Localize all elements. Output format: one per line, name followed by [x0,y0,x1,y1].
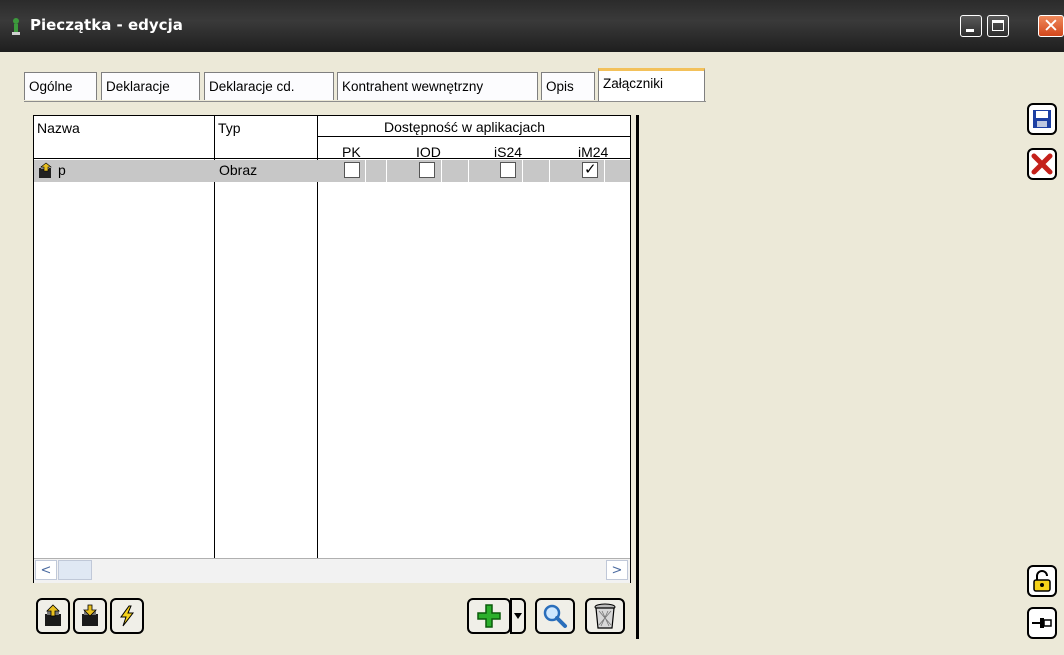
cell-separator [386,160,387,182]
column-divider [214,116,215,558]
panel-edge [636,115,639,639]
search-button[interactable] [535,598,575,634]
cell-separator [441,160,442,182]
delete-button[interactable] [585,598,625,634]
maximize-icon [992,20,1004,31]
column-header-type[interactable]: Typ [215,116,318,158]
attachment-icon [39,162,52,178]
save-icon [1033,110,1051,128]
cell-separator [468,160,469,182]
extract-attachment-button[interactable] [73,598,107,634]
header-divider [318,136,630,137]
pin-icon [1032,618,1052,628]
checkbox-is24[interactable] [500,162,516,178]
column-header-availability: Dostępność w aplikacjach PK IOD iS24 iM2… [318,116,630,160]
column-type-label: Typ [218,120,241,136]
minimize-button[interactable] [960,15,982,37]
window-title: Pieczątka - edycja [30,16,183,34]
column-header-name[interactable]: Nazwa [34,116,215,158]
minimize-icon [966,29,974,32]
tab-underline [24,101,706,102]
tab-kontrahent-wewnetrzny[interactable]: Kontrahent wewnętrzny [337,72,538,100]
tab-deklaracje-cd[interactable]: Deklaracje cd. [204,72,334,100]
attachments-grid: Nazwa Typ Dostępność w aplikacjach PK IO… [33,115,631,583]
delete-icon [594,603,616,629]
checkbox-im24[interactable]: ✓ [582,160,598,178]
tab-ogolne[interactable]: Ogólne [24,72,97,100]
add-button[interactable] [467,598,511,634]
lightning-icon [120,605,135,627]
table-row[interactable]: p Obraz ✓ [34,160,630,182]
cancel-icon [1031,153,1053,175]
cell-separator [549,160,550,182]
close-icon: ✕ [1043,15,1059,37]
checkbox-pk[interactable] [344,162,360,178]
tab-opis[interactable]: Opis [541,72,595,100]
window-titlebar: Pieczątka - edycja ✕ [0,0,1064,52]
pin-button[interactable] [1027,607,1057,639]
add-attachment-icon [45,604,61,626]
column-name-label: Nazwa [37,120,80,136]
horizontal-scrollbar[interactable]: < > [34,558,630,583]
lightning-button[interactable] [110,598,144,634]
cancel-button[interactable] [1027,148,1057,180]
tab-deklaracje[interactable]: Deklaracje [101,72,200,100]
add-attachment-button[interactable] [36,598,70,634]
availability-label: Dostępność w aplikacjach [384,119,546,135]
cell-separator [604,160,605,182]
maximize-button[interactable] [987,15,1009,37]
checkmark-icon: ✓ [584,160,597,178]
lock-button[interactable] [1027,565,1057,597]
lock-icon [1033,570,1051,592]
row-type: Obraz [219,162,258,178]
column-divider [317,116,318,558]
add-dropdown-button[interactable] [510,598,526,634]
figure-icon [12,18,20,35]
close-button[interactable]: ✕ [1038,15,1064,37]
dropdown-arrow-icon [514,613,522,619]
save-button[interactable] [1027,103,1057,135]
row-name: p [58,162,66,178]
extract-attachment-icon [82,604,98,626]
scroll-right-button[interactable]: > [606,560,628,580]
scroll-thumb[interactable] [58,560,92,580]
search-icon [543,604,567,628]
checkbox-iod[interactable] [419,162,435,178]
cell-separator [522,160,523,182]
add-icon [477,604,501,628]
scroll-left-button[interactable]: < [35,560,57,580]
cell-separator [365,160,366,182]
header-bottom-line [34,158,630,159]
tab-zalaczniki[interactable]: Załączniki [598,68,705,102]
